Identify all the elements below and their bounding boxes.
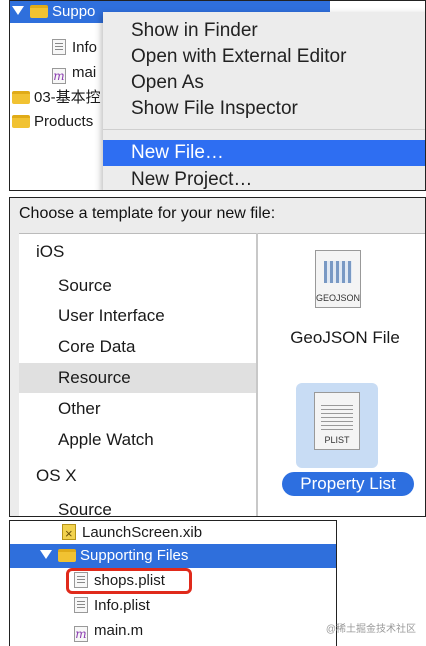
menu-item-new-project[interactable]: New Project… <box>103 167 425 190</box>
plist-file-icon <box>74 597 88 613</box>
xib-file-icon <box>62 522 76 546</box>
tree-row-info-plist[interactable]: Info <box>52 37 97 59</box>
context-menu: Show in Finder Open with External Editor… <box>103 12 425 190</box>
menu-item-show-in-finder[interactable]: Show in Finder <box>103 18 425 44</box>
category-os-x[interactable]: OS X <box>19 461 256 491</box>
category-source-osx[interactable]: Source <box>19 495 256 516</box>
nav-row-main-m[interactable]: m main.m <box>10 619 336 643</box>
nav-row-supporting-files[interactable]: Supporting Files <box>10 544 336 568</box>
m-file-icon: m <box>74 626 88 642</box>
highlight-outline <box>66 568 192 594</box>
template-chooser-panel: Choose a template for your new file: iOS… <box>9 197 426 517</box>
tree-row-main-m[interactable]: m mai <box>52 62 96 84</box>
template-category-list: iOS Source User Interface Core Data Reso… <box>19 233 256 516</box>
tree-row-group[interactable]: 03-基本控 <box>12 87 101 109</box>
tree-row-products[interactable]: Products <box>12 111 93 133</box>
category-apple-watch[interactable]: Apple Watch <box>19 425 256 455</box>
folder-icon <box>58 549 76 562</box>
nav-row-label: Supporting Files <box>80 547 189 564</box>
menu-separator <box>103 129 425 130</box>
template-chooser-title: Choose a template for your new file: <box>19 205 276 222</box>
template-grid: GEOJSON GeoJSON File PLIST Property List <box>258 233 425 516</box>
folder-icon <box>12 115 30 128</box>
category-ios[interactable]: iOS <box>19 237 256 267</box>
menu-item-open-external-editor[interactable]: Open with External Editor <box>103 44 425 70</box>
folder-icon <box>30 5 48 18</box>
plist-icon-caption: PLIST <box>324 435 350 445</box>
menu-item-open-as[interactable]: Open As <box>103 70 425 96</box>
nav-row-label: LaunchScreen.xib <box>82 524 203 541</box>
nav-row-info-plist[interactable]: Info.plist <box>10 594 336 618</box>
geojson-icon-caption: GEOJSON <box>316 293 361 303</box>
tree-row-label: Products <box>34 113 94 130</box>
template-property-list-label[interactable]: Property List <box>282 472 414 496</box>
nav-row-label: Info.plist <box>94 597 150 614</box>
nav-row-launchscreen[interactable]: LaunchScreen.xib <box>10 521 336 546</box>
disclosure-triangle-icon[interactable] <box>12 6 24 15</box>
tree-row-label: Suppo <box>52 3 96 20</box>
plist-file-icon <box>52 39 66 55</box>
context-menu-panel: Suppo Info m mai 03-基本控 Products Show in … <box>9 0 426 191</box>
category-core-data[interactable]: Core Data <box>19 332 256 362</box>
project-navigator-panel: LaunchScreen.xib Supporting Files shops.… <box>9 520 337 646</box>
folder-icon <box>12 91 30 104</box>
tree-row-label: mai <box>72 64 97 81</box>
category-resource[interactable]: Resource <box>19 363 256 393</box>
template-geojson-label[interactable]: GeoJSON File <box>280 328 410 348</box>
category-source[interactable]: Source <box>19 271 256 301</box>
disclosure-triangle-icon[interactable] <box>40 550 52 559</box>
tree-row-label: 03-基本控 <box>34 89 101 106</box>
m-file-icon: m <box>52 68 66 84</box>
category-other[interactable]: Other <box>19 394 256 424</box>
menu-item-new-file[interactable]: New File… <box>103 140 425 166</box>
menu-item-show-file-inspector[interactable]: Show File Inspector <box>103 96 425 122</box>
property-list-icon[interactable]: PLIST <box>314 392 360 450</box>
geojson-file-icon[interactable]: GEOJSON <box>315 250 361 308</box>
tree-row-label: Info <box>72 39 98 56</box>
watermark: @稀土掘金技术社区 <box>325 624 416 635</box>
nav-row-label: main.m <box>94 622 144 639</box>
category-user-interface[interactable]: User Interface <box>19 301 256 331</box>
